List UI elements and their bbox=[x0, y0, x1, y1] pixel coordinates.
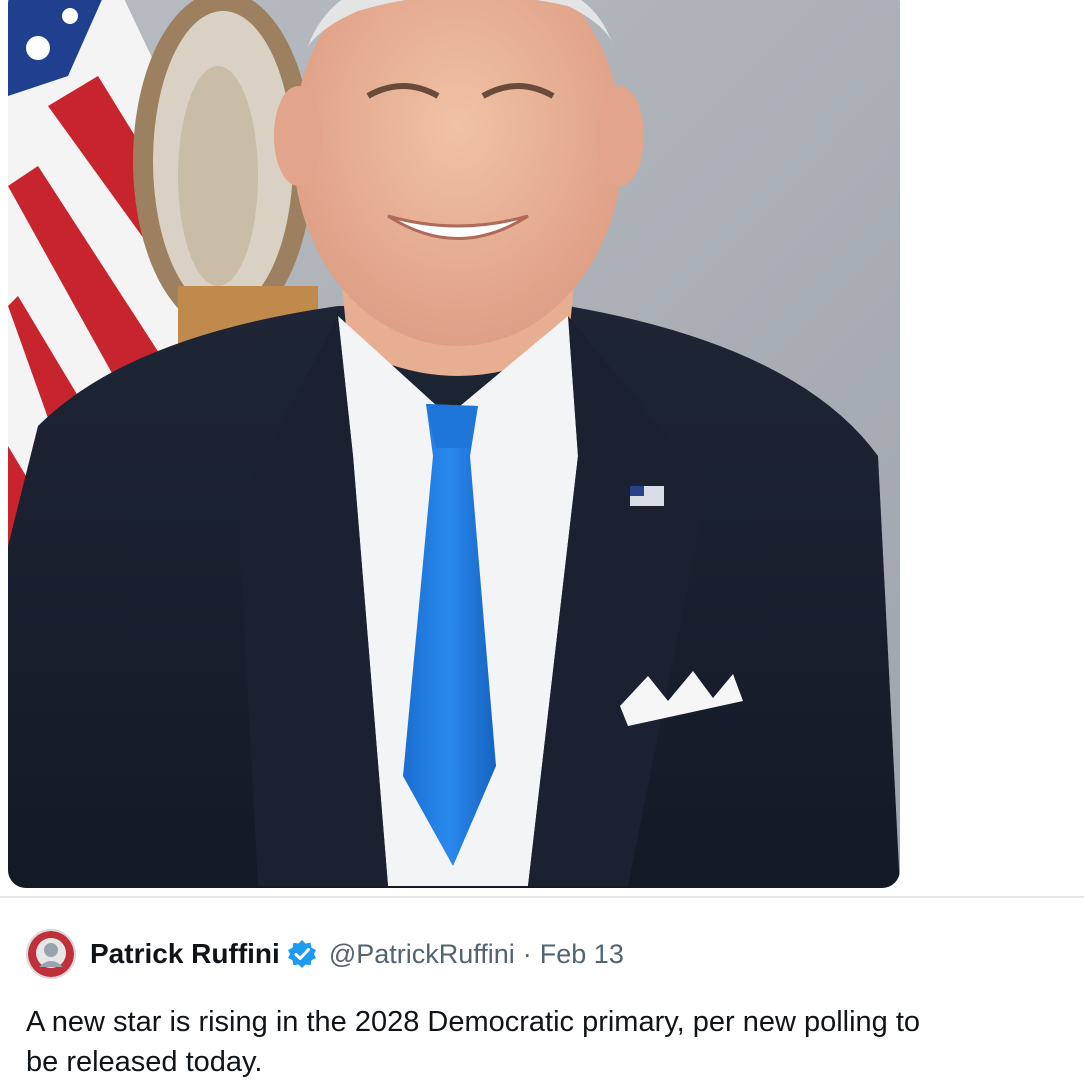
tweet-text-line-2: be released today. bbox=[26, 1046, 263, 1078]
tweet-text: A new star is rising in the 2028 Democra… bbox=[26, 1002, 1084, 1082]
author-handle[interactable]: @PatrickRuffini bbox=[329, 939, 515, 970]
separator-dot: · bbox=[522, 938, 532, 969]
verified-badge-icon bbox=[287, 939, 317, 969]
author-name[interactable]: Patrick Ruffini bbox=[90, 938, 280, 970]
avatar[interactable] bbox=[26, 929, 76, 979]
avatar-image bbox=[28, 931, 74, 977]
tweet-header: Patrick Ruffini @PatrickRuffini · Feb 13 bbox=[26, 928, 624, 980]
divider bbox=[0, 896, 1084, 898]
portrait-photo bbox=[8, 0, 900, 888]
tweet-text-line-1: A new star is rising in the 2028 Democra… bbox=[26, 1006, 921, 1038]
tweet-date[interactable]: Feb 13 bbox=[540, 939, 624, 970]
tweet-media-image[interactable] bbox=[8, 0, 900, 888]
